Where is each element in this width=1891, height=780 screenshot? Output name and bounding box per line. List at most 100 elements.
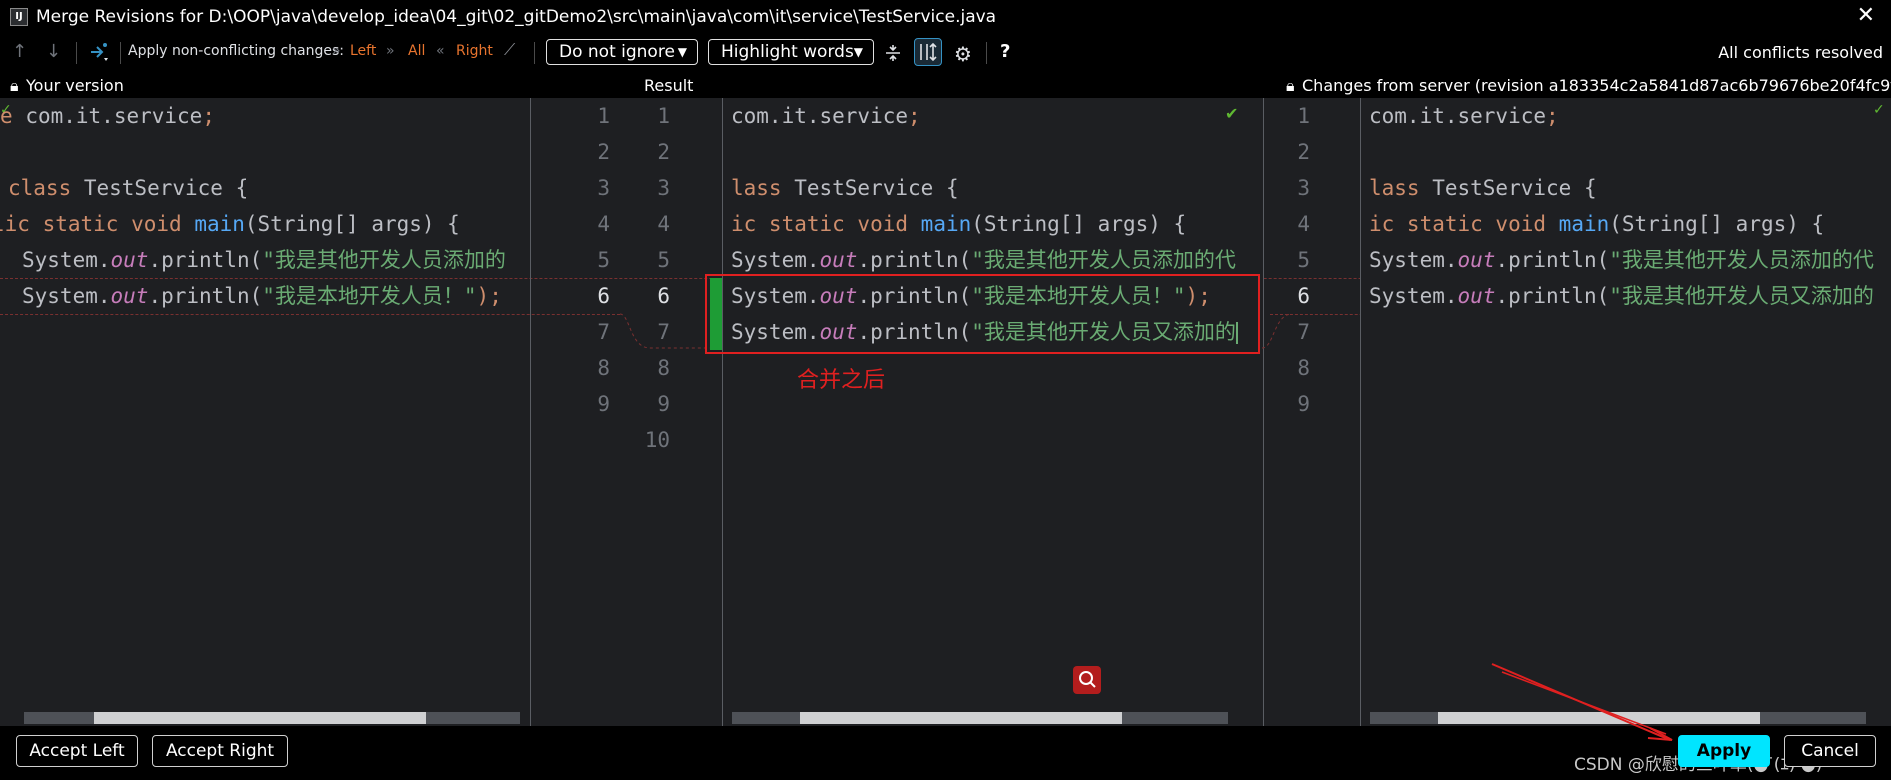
lock-icon: 🔒︎: [10, 76, 19, 95]
chevron-double-left-icon: «: [436, 43, 445, 59]
magic-resolve-icon[interactable]: [88, 40, 110, 64]
code-fragment: System.: [22, 248, 111, 272]
line-number: 5: [657, 248, 670, 272]
highlight-select-value: Highlight words: [721, 42, 854, 62]
code-fragment: System.: [731, 248, 820, 272]
code-fragment: out: [1457, 284, 1496, 308]
dropdown-arrow-icon: ▼: [677, 45, 687, 59]
gear-icon[interactable]: ⚙: [954, 42, 972, 66]
line-number: 7: [597, 320, 610, 344]
line-number: 5: [1297, 248, 1310, 272]
line-number: 1: [1297, 104, 1310, 128]
left-line-numbers: 1 2 3 4 5 6 7 8 9: [570, 98, 610, 458]
code-fragment: ;: [1546, 104, 1559, 128]
code-fragment: System.: [1369, 284, 1458, 308]
line-number: 8: [657, 356, 670, 380]
accept-right-button[interactable]: Accept Right: [152, 735, 288, 767]
check-icon: ✓: [1873, 102, 1885, 118]
code-fragment: class: [8, 176, 72, 200]
apply-button[interactable]: Apply: [1678, 735, 1770, 767]
line-number: 2: [597, 140, 610, 164]
code-fragment: main: [920, 212, 972, 236]
line-number: 6: [597, 284, 610, 308]
pane-headers: 🔒︎ Your version Result 🔒︎ Changes from s…: [0, 72, 1891, 98]
line-number: 9: [597, 392, 610, 416]
code-fragment: out: [819, 248, 858, 272]
code-fragment: "我是其他开发人员添加的代: [1609, 248, 1874, 272]
right-pane-header: Changes from server (revision a183354c2a…: [1302, 76, 1891, 95]
app-icon: IJ: [10, 8, 28, 26]
toolbar: ↑ ↓ Apply non-conflicting changes: » Lef…: [0, 34, 1891, 72]
left-editor[interactable]: ✓ e com.it.service; class TestService { …: [0, 98, 530, 726]
code-fragment: ;: [908, 104, 921, 128]
code-fragment: (String[] args) {: [1609, 212, 1825, 236]
code-fragment: .println(: [148, 248, 263, 272]
code-fragment: out: [110, 248, 149, 272]
annotation-box: [705, 274, 1260, 354]
line-number: 4: [1297, 212, 1310, 236]
line-number: 10: [644, 428, 670, 452]
ignore-whitespace-select[interactable]: Do not ignore ▼: [546, 39, 698, 65]
line-number: 2: [1297, 140, 1310, 164]
result-pane-header: Result: [644, 76, 694, 95]
code-fragment: .println(: [148, 284, 263, 308]
apply-right-link[interactable]: Right: [456, 43, 493, 59]
status-text: All conflicts resolved: [1718, 43, 1883, 62]
code-fragment: ic static void: [731, 212, 909, 236]
left-scrollbar-thumb[interactable]: [94, 712, 426, 724]
line-number: 6: [657, 284, 670, 308]
result-editor[interactable]: com.it.service; ✔ lass TestService { ic …: [723, 98, 1263, 726]
pane-divider: [530, 98, 531, 726]
help-button[interactable]: ?: [1000, 41, 1010, 62]
line-number: 3: [657, 176, 670, 200]
code-fragment: main: [1558, 212, 1610, 236]
line-number: 9: [657, 392, 670, 416]
code-fragment: TestService {: [1419, 176, 1597, 200]
up-arrow-icon[interactable]: ↑: [12, 41, 27, 62]
toolbar-separator: [120, 42, 121, 64]
ignore-select-value: Do not ignore: [559, 42, 675, 62]
line-number: 4: [657, 212, 670, 236]
code-fragment: out: [1457, 248, 1496, 272]
code-fragment: "我是其他开发人员添加的: [262, 248, 506, 272]
search-icon[interactable]: [1073, 666, 1101, 694]
code-fragment: .println(: [1495, 248, 1610, 272]
code-fragment: TestService {: [781, 176, 959, 200]
highlight-select[interactable]: Highlight words ▼: [708, 39, 874, 65]
down-arrow-icon[interactable]: ↓: [46, 41, 61, 62]
accept-left-button[interactable]: Accept Left: [16, 735, 138, 767]
close-icon[interactable]: ✕: [1857, 3, 1875, 28]
apply-all-link[interactable]: All: [408, 43, 425, 59]
sync-scroll-icon[interactable]: [914, 38, 942, 66]
code-fragment: com.it.service: [1369, 104, 1547, 128]
code-fragment: .println(: [1495, 284, 1610, 308]
left-pane-header: Your version: [26, 76, 124, 95]
code-fragment: (String[] args) {: [244, 212, 460, 236]
connector-curve: [1261, 312, 1293, 352]
line-number: 2: [657, 140, 670, 164]
code-fragment: ;: [202, 104, 215, 128]
pane-divider: [1263, 98, 1264, 726]
title-bar: IJ Merge Revisions for D:\OOP\java\devel…: [0, 0, 1891, 34]
code-fragment: out: [110, 284, 149, 308]
toolbar-separator: [986, 42, 987, 64]
annotation-text: 合并之后: [797, 368, 886, 393]
code-fragment: com.it.service: [731, 104, 909, 128]
wand-icon[interactable]: ⟋: [504, 40, 515, 60]
code-fragment: "我是本地开发人员！": [262, 284, 477, 308]
right-line-numbers: 1 2 3 4 5 6 7 8 9: [1270, 98, 1310, 458]
line-number: 5: [597, 248, 610, 272]
right-editor[interactable]: com.it.service; ✓ lass TestService { ic …: [1361, 98, 1891, 726]
line-number: 4: [597, 212, 610, 236]
line-number: 1: [597, 104, 610, 128]
cancel-button[interactable]: Cancel: [1784, 735, 1876, 767]
code-fragment: TestService {: [71, 176, 249, 200]
code-fragment: com.it.service: [25, 104, 203, 128]
chevron-double-right-icon: »: [332, 43, 341, 59]
result-scrollbar-thumb[interactable]: [800, 712, 1122, 724]
collapse-icon[interactable]: [884, 43, 902, 63]
apply-left-link[interactable]: Left: [350, 43, 376, 59]
line-number: 6: [1297, 284, 1310, 308]
code-fragment: ic static void: [1369, 212, 1547, 236]
window-title: Merge Revisions for D:\OOP\java\develop_…: [36, 7, 997, 27]
